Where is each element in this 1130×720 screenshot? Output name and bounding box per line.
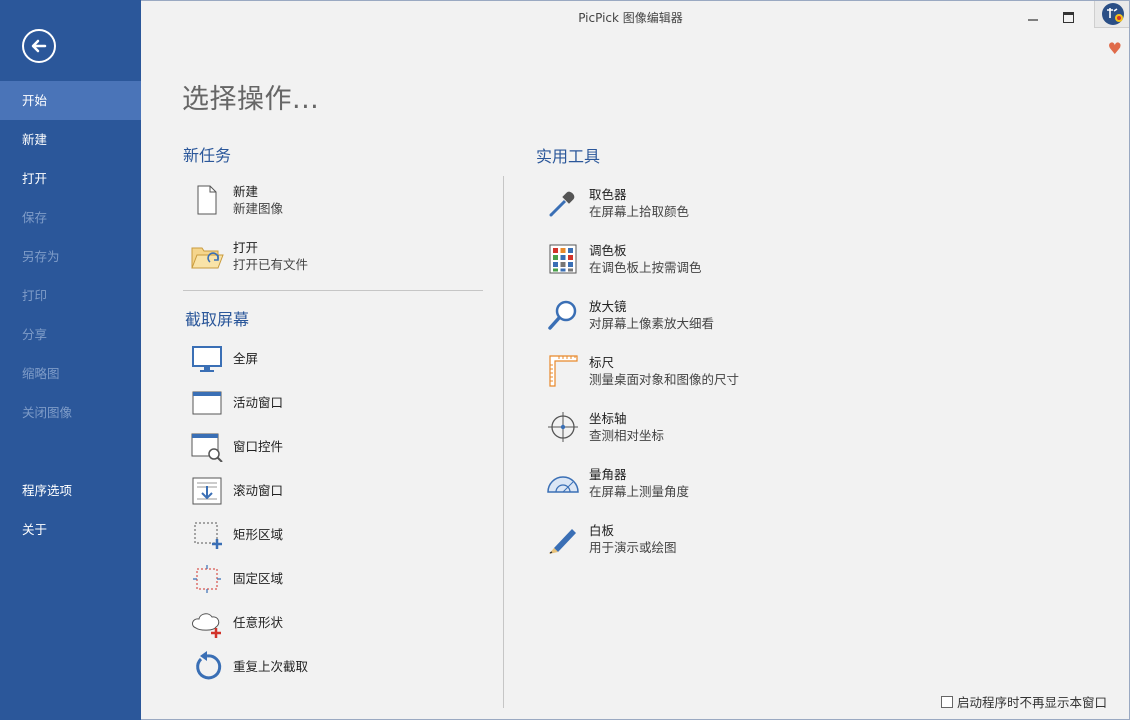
tool-palette[interactable]: 调色板 在调色板上按需调色: [546, 242, 702, 276]
section-title-new-task: 新任务: [183, 146, 232, 165]
action-desc: 打开已有文件: [233, 256, 309, 272]
tool-desc: 在屏幕上拾取颜色: [589, 203, 690, 219]
palette-icon: [546, 242, 580, 276]
sidebar-item-options[interactable]: 程序选项: [0, 471, 141, 510]
page-title: 选择操作...: [182, 84, 320, 115]
column-divider: [503, 176, 504, 708]
tool-ruler[interactable]: 标尺 测量桌面对象和图像的尺寸: [546, 354, 739, 388]
section-divider: [183, 290, 483, 291]
rect-region-icon: [190, 518, 224, 552]
action-title: 滚动窗口: [233, 483, 284, 498]
sidebar-item-save-as: 另存为: [22, 249, 60, 264]
window-control-icon: [190, 430, 224, 464]
action-title: 打开: [233, 239, 259, 255]
tool-title: 放大镜: [589, 298, 627, 314]
tool-title: 白板: [589, 522, 615, 538]
pen-icon: [546, 522, 580, 556]
capture-freehand-action[interactable]: 任意形状: [190, 606, 283, 640]
sidebar-item-thumbnails: 缩略图: [22, 366, 60, 381]
sidebar-item-about[interactable]: 关于: [0, 510, 141, 549]
action-title: 任意形状: [233, 615, 284, 630]
capture-scrolling-window-action[interactable]: 滚动窗口: [190, 474, 283, 508]
heart-icon[interactable]: ♥: [1108, 39, 1122, 58]
sidebar-item-share: 分享: [22, 327, 48, 342]
tool-desc: 查测相对坐标: [589, 427, 665, 443]
action-title: 重复上次截取: [233, 659, 309, 674]
action-title: 新建: [233, 183, 259, 199]
tool-title: 量角器: [589, 466, 627, 482]
action-title: 窗口控件: [233, 439, 284, 454]
tool-title: 坐标轴: [589, 410, 627, 426]
repeat-icon: [190, 650, 224, 684]
scroll-window-icon: [190, 474, 224, 508]
section-title-capture: 截取屏幕: [185, 310, 250, 329]
app-badge-icon[interactable]: [1094, 0, 1130, 28]
sidebar-item-start[interactable]: 开始: [0, 81, 141, 120]
window-title: PicPick 图像编辑器: [578, 11, 683, 25]
action-title: 活动窗口: [233, 395, 284, 410]
sidebar-item-new[interactable]: 新建: [0, 120, 141, 159]
sidebar-item-print: 打印: [22, 288, 48, 303]
new-image-action[interactable]: 新建 新建图像: [190, 183, 283, 217]
sidebar-item-save: 保存: [22, 210, 48, 225]
minimize-button[interactable]: [1019, 6, 1047, 28]
crosshair-icon: [546, 410, 580, 444]
tool-crosshair[interactable]: 坐标轴 查测相对坐标: [546, 410, 664, 444]
action-title: 固定区域: [233, 571, 284, 586]
capture-window-control-action[interactable]: 窗口控件: [190, 430, 283, 464]
tool-title: 调色板: [589, 242, 627, 258]
tool-color-picker[interactable]: 取色器 在屏幕上拾取颜色: [546, 186, 689, 220]
ruler-icon: [546, 354, 580, 388]
eyedropper-icon: [546, 186, 580, 220]
fixed-region-icon: [190, 562, 224, 596]
action-title: 全屏: [233, 351, 259, 366]
sidebar-menu: 开始 新建 打开 保存 另存为 打印 分享 缩略图 关闭图像 程序选项 关于: [0, 81, 141, 549]
tool-protractor[interactable]: 量角器 在屏幕上测量角度: [546, 466, 689, 500]
dont-show-on-startup-checkbox[interactable]: 启动程序时不再显示本窗口: [941, 692, 1107, 711]
tool-desc: 测量桌面对象和图像的尺寸: [589, 371, 740, 387]
protractor-icon: [546, 466, 580, 500]
checkbox-label: 启动程序时不再显示本窗口: [957, 695, 1108, 710]
window-icon: [190, 386, 224, 420]
tool-title: 取色器: [589, 186, 627, 202]
back-arrow-icon[interactable]: [22, 29, 56, 63]
maximize-button[interactable]: [1054, 6, 1082, 28]
sidebar-item-close-image: 关闭图像: [22, 405, 73, 420]
open-file-action[interactable]: 打开 打开已有文件: [190, 239, 308, 273]
open-folder-icon: [190, 239, 224, 273]
new-file-icon: [190, 183, 224, 217]
tool-desc: 在屏幕上测量角度: [589, 483, 690, 499]
sidebar-item-open[interactable]: 打开: [0, 159, 141, 198]
tool-whiteboard[interactable]: 白板 用于演示或绘图: [546, 522, 677, 556]
checkbox-box[interactable]: [941, 695, 953, 708]
magnifier-icon: [546, 298, 580, 332]
sidebar: 开始 新建 打开 保存 另存为 打印 分享 缩略图 关闭图像 程序选项 关于: [0, 0, 141, 720]
tool-title: 标尺: [589, 354, 615, 370]
repeat-last-capture-action[interactable]: 重复上次截取: [190, 650, 308, 684]
freehand-shape-icon: [190, 606, 224, 640]
tool-desc: 对屏幕上像素放大细看: [589, 315, 715, 331]
action-title: 矩形区域: [233, 527, 284, 542]
capture-fullscreen-action[interactable]: 全屏: [190, 342, 258, 376]
tool-magnifier[interactable]: 放大镜 对屏幕上像素放大细看: [546, 298, 714, 332]
tool-desc: 在调色板上按需调色: [589, 259, 702, 275]
action-desc: 新建图像: [233, 200, 284, 216]
tool-desc: 用于演示或绘图: [589, 539, 677, 555]
monitor-icon: [190, 342, 224, 376]
section-title-tools: 实用工具: [536, 147, 601, 166]
capture-rect-region-action[interactable]: 矩形区域: [190, 518, 283, 552]
capture-active-window-action[interactable]: 活动窗口: [190, 386, 283, 420]
capture-fixed-region-action[interactable]: 固定区域: [190, 562, 283, 596]
title-bar: PicPick 图像编辑器 ♥: [141, 0, 1130, 58]
